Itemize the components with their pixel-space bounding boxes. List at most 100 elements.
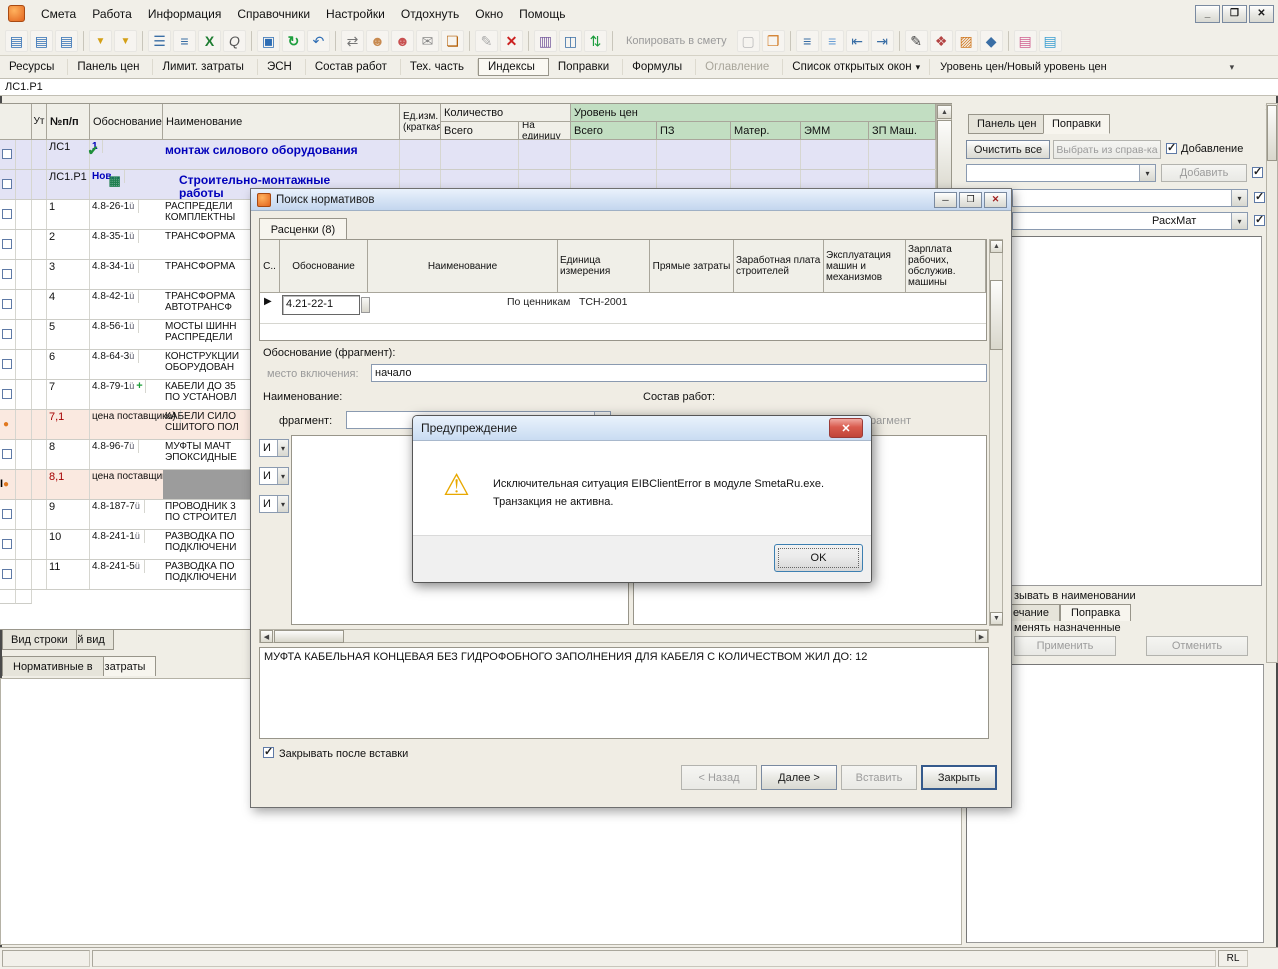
col-justification[interactable]: Обоснование [90, 104, 163, 140]
open-sheet-icon[interactable]: ▤ [30, 30, 53, 52]
dialog-horizontal-scrollbar[interactable]: ◀ ▶ [259, 629, 989, 643]
col-quantity[interactable]: Количество [441, 104, 571, 122]
view-tab[interactable]: Вид строки [2, 630, 77, 650]
cancel-button[interactable]: Отменить [1146, 636, 1248, 656]
addition-checkbox[interactable] [1166, 143, 1177, 154]
keyboard-layout-indicator[interactable]: RL [1218, 950, 1248, 967]
menu-item[interactable]: Информация [140, 4, 229, 24]
dialog-titlebar[interactable]: Поиск нормативов ─ ❒ ✕ [251, 189, 1011, 211]
next-button[interactable]: Далее > [761, 765, 837, 790]
row-checkbox[interactable] [2, 149, 12, 159]
scroll-left-icon[interactable]: ◀ [260, 630, 273, 643]
maximize-button[interactable]: ❒ [1222, 5, 1247, 23]
col-emm[interactable]: ЭММ [801, 122, 869, 140]
dialog-column-header[interactable]: Единица измерения [558, 240, 650, 292]
col-unit[interactable]: Ед.изм.(краткая [400, 104, 441, 140]
row-checkbox[interactable] [2, 509, 12, 519]
and-combo-2[interactable]: И▾ [259, 467, 289, 485]
stamp-icon[interactable]: ◆ [980, 30, 1003, 52]
panel-tab[interactable]: ЭСН [258, 59, 306, 75]
draw-icon[interactable]: ✎ [905, 30, 928, 52]
toolbar-icon[interactable] [469, 31, 470, 51]
copy-sheet-icon[interactable]: ▤ [55, 30, 78, 52]
scroll-right-icon[interactable]: ▶ [975, 630, 988, 643]
page-copy-icon[interactable]: ⇄ [341, 30, 364, 52]
delete-icon[interactable]: ✕ [500, 30, 523, 52]
undo-icon[interactable]: ↶ [307, 30, 330, 52]
table-row[interactable]: ЛС1 1✔ монтаж силового оборудования [0, 140, 936, 170]
close-after-insert-checkbox[interactable] [263, 747, 274, 758]
bottom-panel-tab[interactable]: Нормативные в [2, 656, 104, 676]
and-combo-3[interactable]: И▾ [259, 495, 289, 513]
row-checkbox[interactable] [2, 329, 12, 339]
combo2-checkbox[interactable] [1254, 192, 1265, 203]
code-edit-field[interactable]: 4.21-22-1 [282, 295, 360, 315]
dialog-column-header[interactable]: Наименование [368, 240, 558, 292]
panel-tab[interactable]: Формулы [623, 59, 696, 75]
chart-icon[interactable]: ▥ [534, 30, 557, 52]
panel-tab[interactable]: Панель цен [68, 59, 153, 75]
warning-titlebar[interactable]: Предупреждение ✕ [413, 416, 871, 441]
menu-item[interactable]: Настройки [318, 4, 393, 24]
raskhmat-checkbox[interactable] [1254, 215, 1265, 226]
insert-button[interactable]: Вставить [841, 765, 917, 790]
copy-to-estimate-label[interactable]: Копировать в смету [618, 30, 735, 52]
dialog-column-header[interactable]: Заработная плата строителей [734, 240, 824, 292]
col-level-total[interactable]: Всего [571, 122, 657, 140]
row-checkbox[interactable] [2, 359, 12, 369]
menu-item[interactable]: Работа [84, 4, 140, 24]
fill-icon[interactable]: ▨ [955, 30, 978, 52]
panel-tab[interactable]: Ресурсы [0, 59, 68, 75]
refresh-icon[interactable]: ↻ [282, 30, 305, 52]
toolbar-icon[interactable] [335, 31, 336, 51]
menu-item[interactable]: Помощь [511, 4, 573, 24]
col-num[interactable]: №п/п [47, 104, 90, 140]
chart2-icon[interactable]: ◫ [559, 30, 582, 52]
and-combo-1[interactable]: И▾ [259, 439, 289, 457]
pick-from-reference-button[interactable]: Выбрать из справ-ка [1053, 140, 1161, 159]
tag-icon[interactable]: ❏ [441, 30, 464, 52]
paste-icon[interactable]: ❐ [762, 30, 785, 52]
add-button[interactable]: Добавить [1161, 164, 1247, 182]
toolbar-icon[interactable] [528, 31, 529, 51]
dialog-column-header[interactable]: Эксплуатация машин и механизмов [824, 240, 906, 292]
col-qty-per-unit[interactable]: На единицу [519, 122, 571, 140]
toolbar-icon[interactable] [83, 31, 84, 51]
toolbar-icon[interactable] [142, 31, 143, 51]
filter-icon[interactable]: ▼ [89, 30, 112, 52]
panel-combo-2[interactable]: ▾ [1012, 189, 1248, 207]
minimize-button[interactable]: _ [1195, 5, 1220, 23]
col-ut[interactable]: Ут [32, 104, 47, 140]
mail-icon[interactable]: ✉ [416, 30, 439, 52]
scroll-up-icon[interactable]: ▲ [990, 240, 1003, 253]
user-icon[interactable]: ☻ [366, 30, 389, 52]
book-blue-icon[interactable]: ▤ [1039, 30, 1062, 52]
col-name[interactable]: Наименование [163, 104, 400, 140]
dialog-column-header[interactable]: Прямые затраты [650, 240, 734, 292]
panel-tab[interactable]: Оглавление [696, 59, 783, 75]
correction-combo[interactable]: ▾ [966, 164, 1156, 182]
panel-tab[interactable]: Поправки [549, 59, 623, 75]
panel-scrollbar[interactable] [1266, 103, 1278, 663]
col-price-level[interactable]: Уровень цен [571, 104, 936, 122]
toolbar-icon[interactable] [612, 31, 613, 51]
menu-item[interactable]: Справочники [229, 4, 318, 24]
align-2-icon[interactable]: ≡ [821, 30, 844, 52]
align-1-icon[interactable]: ≡ [796, 30, 819, 52]
row-checkbox[interactable] [2, 569, 12, 579]
scroll-up-icon[interactable]: ▲ [937, 105, 952, 119]
filter-edit-icon[interactable]: ▼ [114, 30, 137, 52]
close-button[interactable]: ✕ [1249, 5, 1274, 23]
raskhmat-combo[interactable]: РасхМат▾ [1012, 212, 1248, 230]
new-sheet-icon[interactable]: ▤ [5, 30, 28, 52]
code-edit-handle[interactable] [361, 297, 370, 313]
row-checkbox[interactable] [2, 209, 12, 219]
panel-tab[interactable]: Тех. часть [401, 59, 478, 75]
save-icon[interactable]: ▣ [257, 30, 280, 52]
row-checkbox[interactable] [2, 389, 12, 399]
warning-close-button[interactable]: ✕ [829, 418, 863, 438]
edit-icon[interactable]: ✎ [475, 30, 498, 52]
apply-button[interactable]: Применить [1014, 636, 1116, 656]
tree-icon[interactable]: ☰ [148, 30, 171, 52]
shapes-icon[interactable]: ❖ [930, 30, 953, 52]
